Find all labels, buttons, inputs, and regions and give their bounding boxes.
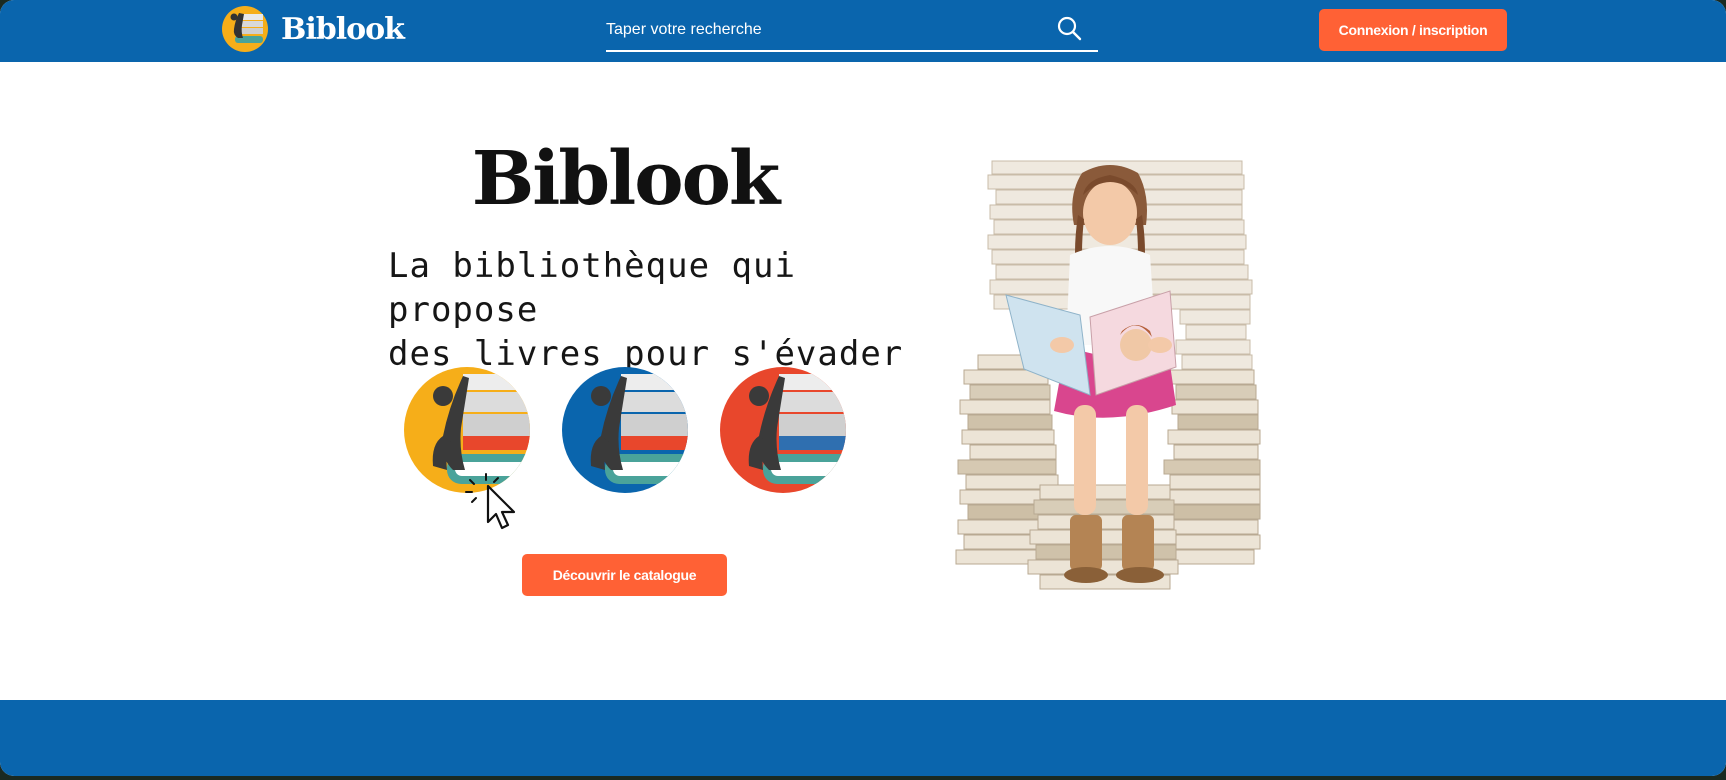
tagline-line-1: La bibliothèque qui propose [388, 246, 796, 330]
theme-circle-blue[interactable] [561, 366, 689, 494]
search-input[interactable] [606, 16, 1046, 44]
girl-reading-books-image [955, 160, 1261, 590]
search-icon[interactable] [1056, 15, 1082, 41]
top-navbar: Biblook Connexion / inscription [0, 0, 1726, 62]
login-signup-button[interactable]: Connexion / inscription [1319, 9, 1507, 51]
page-frame: Biblook Connexion / inscription Biblook … [0, 0, 1726, 776]
theme-circle-red[interactable] [719, 366, 847, 494]
footer-bar [0, 700, 1726, 776]
logo-icon [222, 6, 268, 52]
discover-catalog-button[interactable]: Découvrir le catalogue [522, 554, 727, 596]
hero-title: Biblook [471, 136, 781, 222]
hero-tagline: La bibliothèque qui propose des livres p… [388, 244, 908, 376]
cursor-icon [465, 473, 516, 530]
search-bar [606, 12, 1098, 52]
logo-text: Biblook [281, 11, 405, 47]
home-logo-link[interactable]: Biblook [221, 5, 405, 53]
